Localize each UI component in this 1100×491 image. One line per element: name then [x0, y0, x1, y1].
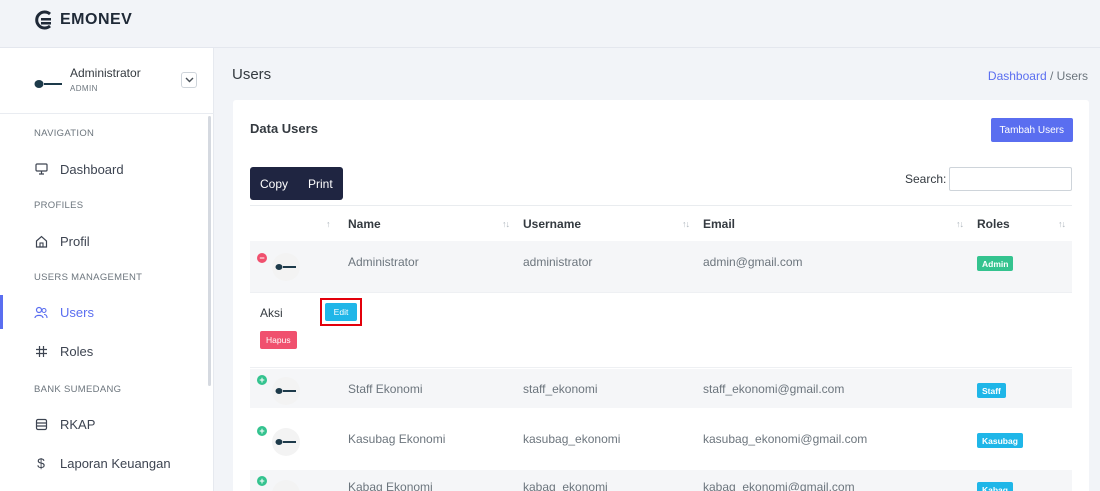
role-badge: Admin — [977, 256, 1014, 271]
role-badge: Staff — [977, 383, 1006, 398]
sort-icon[interactable]: ↑↓ — [682, 219, 690, 229]
column-header-email[interactable]: Email — [703, 217, 735, 231]
avatar — [272, 480, 300, 491]
avatar — [34, 80, 62, 88]
sidebar-item-laporan-keuangan[interactable]: $ Laporan Keuangan — [0, 446, 212, 480]
table-row[interactable]: − Administrator administrator admin@gmai… — [250, 241, 1072, 292]
top-bar: EMONEV — [0, 0, 1100, 48]
add-user-button[interactable]: Tambah Users — [990, 118, 1073, 142]
sort-icon[interactable]: ↑↓ — [502, 219, 510, 229]
user-role: ADMIN — [70, 84, 98, 93]
expand-row-icon[interactable]: + — [257, 476, 267, 486]
avatar — [272, 377, 300, 405]
collapse-row-icon[interactable]: − — [257, 253, 267, 263]
sidebar-item-roles[interactable]: Roles — [0, 334, 212, 368]
cell-username: kabag_ekonomi — [523, 480, 608, 491]
avatar — [272, 428, 300, 456]
breadcrumb-current: Users — [1056, 69, 1088, 83]
search-label: Search: — [905, 172, 947, 186]
database-icon — [34, 417, 48, 431]
sidebar-scrollbar[interactable] — [208, 116, 211, 386]
cell-username: administrator — [523, 255, 593, 269]
edit-button[interactable]: Edit — [325, 303, 357, 321]
cell-name: Staff Ekonomi — [348, 382, 423, 396]
sort-icon[interactable]: ↑ — [326, 219, 330, 229]
table-header: ↑ Name ↑↓ Username ↑↓ Email ↑↓ Roles ↑↓ — [250, 205, 1072, 241]
delete-button[interactable]: Hapus — [260, 331, 297, 349]
export-button-group: Copy Print — [250, 167, 343, 200]
cell-email: kasubag_ekonomi@gmail.com — [703, 432, 868, 446]
cell-email: kabag_ekonomi@gmail.com — [703, 480, 855, 491]
chevron-down-icon[interactable] — [181, 72, 197, 88]
app-logo[interactable]: EMONEV — [34, 10, 132, 30]
sidebar-item-dashboard[interactable]: Dashboard — [0, 152, 212, 186]
sidebar-item-rkap[interactable]: RKAP — [0, 407, 212, 441]
hash-icon — [34, 344, 48, 358]
users-icon — [34, 305, 48, 319]
sidebar-item-label: Roles — [60, 343, 94, 359]
sidebar-item-users[interactable]: Users — [0, 295, 212, 329]
role-badge: Kasubag — [977, 433, 1023, 448]
table-row[interactable]: + Kasubag Ekonomi kasubag_ekonomi kasuba… — [250, 420, 1072, 459]
table-row[interactable]: + Kabag Ekonomi kabag_ekonomi kabag_ekon… — [250, 470, 1072, 491]
user-profile[interactable]: Administrator ADMIN — [0, 48, 214, 114]
role-badge: Kabag — [977, 482, 1013, 491]
breadcrumb: Dashboard / Users — [988, 69, 1088, 83]
data-users-card: Data Users Tambah Users Copy Print Searc… — [233, 100, 1089, 491]
cell-email: admin@gmail.com — [703, 255, 803, 269]
section-title-profiles: PROFILES — [34, 200, 84, 211]
sidebar-item-label: Laporan Keuangan — [60, 455, 171, 471]
section-title-navigation: NAVIGATION — [34, 128, 95, 139]
section-title-users-management: USERS MANAGEMENT — [34, 272, 143, 283]
cell-username: staff_ekonomi — [523, 382, 598, 396]
sidebar: Administrator ADMIN NAVIGATION Dashboard… — [0, 48, 214, 491]
sidebar-item-label: Dashboard — [60, 161, 124, 177]
sidebar-item-label: Profil — [60, 233, 90, 249]
table-row[interactable]: + Staff Ekonomi staff_ekonomi staff_ekon… — [250, 369, 1072, 408]
logo-icon — [35, 10, 51, 30]
sidebar-item-profil[interactable]: Profil — [0, 224, 212, 258]
avatar — [272, 253, 300, 281]
expand-row-icon[interactable]: + — [257, 426, 267, 436]
app-title: EMONEV — [60, 11, 133, 28]
section-title-bank-sumedang: BANK SUMEDANG — [34, 384, 122, 395]
card-title: Data Users — [250, 121, 318, 136]
sidebar-item-label: Users — [60, 304, 94, 320]
sidebar-item-label: RKAP — [60, 416, 96, 432]
cell-name: Kabag Ekonomi — [348, 480, 433, 491]
column-header-name[interactable]: Name — [348, 217, 381, 231]
sort-icon[interactable]: ↑↓ — [1058, 219, 1066, 229]
search-input[interactable] — [949, 167, 1072, 191]
cell-email: staff_ekonomi@gmail.com — [703, 382, 845, 396]
aksi-label: Aksi — [260, 306, 283, 320]
column-header-username[interactable]: Username — [523, 217, 581, 231]
sort-icon[interactable]: ↑↓ — [956, 219, 964, 229]
cell-username: kasubag_ekonomi — [523, 432, 621, 446]
page-title: Users — [232, 66, 272, 83]
cell-name: Kasubag Ekonomi — [348, 432, 446, 446]
expanded-row-details: Aksi Edit Hapus — [250, 292, 1072, 368]
home-icon — [34, 234, 48, 248]
column-header-roles[interactable]: Roles — [977, 217, 1010, 231]
print-button[interactable]: Print — [298, 167, 343, 200]
user-name: Administrator — [70, 66, 141, 80]
dollar-icon: $ — [37, 455, 45, 471]
cell-name: Administrator — [348, 255, 419, 269]
copy-button[interactable]: Copy — [250, 167, 298, 200]
breadcrumb-dashboard-link[interactable]: Dashboard — [988, 69, 1047, 83]
expand-row-icon[interactable]: + — [257, 375, 267, 385]
breadcrumb-separator: / — [1046, 69, 1057, 83]
monitor-icon — [34, 162, 48, 176]
edit-highlight: Edit — [320, 298, 362, 326]
